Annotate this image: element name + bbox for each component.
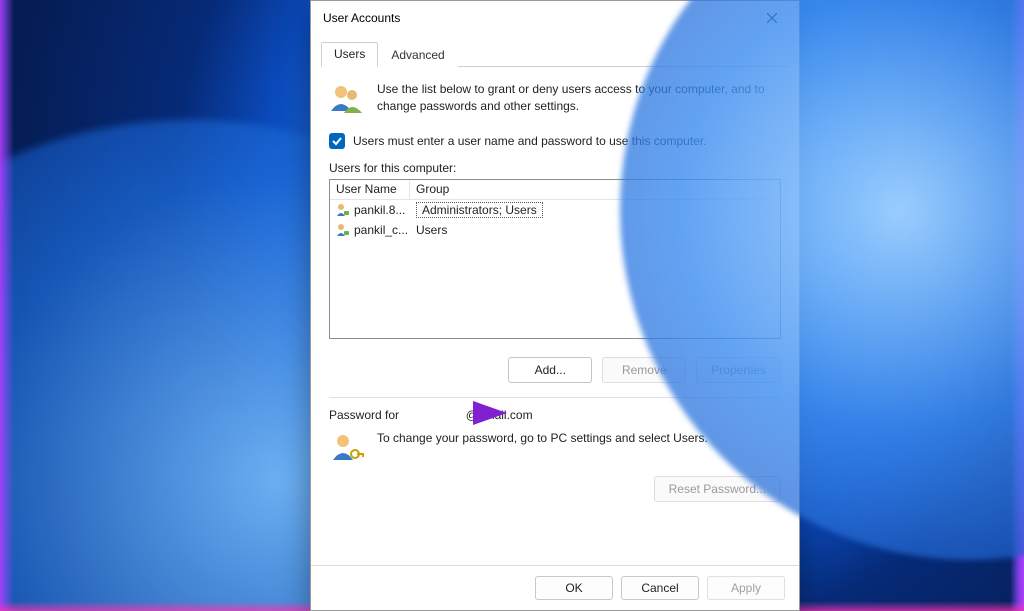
user-key-icon bbox=[329, 430, 365, 466]
intro-row: Use the list below to grant or deny user… bbox=[329, 81, 781, 117]
close-button[interactable] bbox=[749, 3, 795, 33]
properties-button[interactable]: Properties bbox=[696, 357, 781, 383]
cancel-button[interactable]: Cancel bbox=[621, 576, 699, 600]
user-buttons-row: Add... Remove Properties bbox=[329, 357, 781, 383]
titlebar[interactable]: User Accounts bbox=[311, 1, 799, 35]
intro-text: Use the list below to grant or deny user… bbox=[377, 81, 781, 117]
desktop-background: User Accounts Users Advanced bbox=[0, 0, 1024, 611]
password-for-label: Password for @gmail.com bbox=[329, 408, 781, 422]
tab-body-users: Use the list below to grant or deny user… bbox=[311, 67, 799, 565]
close-icon bbox=[767, 13, 777, 23]
password-help-text: To change your password, go to PC settin… bbox=[377, 430, 708, 466]
ok-button[interactable]: OK bbox=[535, 576, 613, 600]
tab-users[interactable]: Users bbox=[321, 42, 378, 67]
remove-button[interactable]: Remove bbox=[602, 357, 686, 383]
cell-group: Users bbox=[416, 223, 447, 237]
tabstrip: Users Advanced bbox=[311, 35, 799, 67]
password-for-account: @gmail.com bbox=[466, 408, 533, 422]
edge-glow bbox=[0, 0, 14, 611]
window-title: User Accounts bbox=[323, 11, 400, 25]
listview-header[interactable]: User Name Group bbox=[330, 180, 780, 200]
reset-password-button[interactable]: Reset Password... bbox=[654, 476, 781, 502]
cell-username: pankil_c... bbox=[354, 223, 408, 237]
col-group[interactable]: Group bbox=[410, 180, 780, 199]
apply-button[interactable]: Apply bbox=[707, 576, 785, 600]
password-for-prefix: Password for bbox=[329, 408, 399, 422]
col-username[interactable]: User Name bbox=[330, 180, 410, 199]
table-row[interactable]: pankil_c... Users bbox=[330, 220, 780, 240]
tab-advanced[interactable]: Advanced bbox=[378, 43, 457, 67]
require-login-checkbox[interactable] bbox=[329, 133, 345, 149]
dialog-footer: OK Cancel Apply bbox=[311, 565, 799, 610]
user-accounts-dialog: User Accounts Users Advanced bbox=[310, 0, 800, 611]
check-icon bbox=[332, 136, 342, 146]
password-section: Password for @gmail.com bbox=[329, 408, 781, 502]
cell-username: pankil.8... bbox=[354, 203, 405, 217]
users-icon bbox=[329, 81, 365, 117]
user-icon bbox=[336, 203, 350, 217]
cell-group: Administrators; Users bbox=[416, 202, 543, 218]
users-list-label: Users for this computer: bbox=[329, 161, 781, 175]
add-button[interactable]: Add... bbox=[508, 357, 592, 383]
users-listview[interactable]: User Name Group pankil.8... bbox=[329, 179, 781, 339]
table-row[interactable]: pankil.8... Administrators; Users bbox=[330, 200, 780, 220]
separator bbox=[329, 397, 781, 398]
require-login-label: Users must enter a user name and passwor… bbox=[353, 134, 707, 148]
require-login-row[interactable]: Users must enter a user name and passwor… bbox=[329, 133, 781, 149]
edge-glow bbox=[1010, 0, 1024, 611]
user-icon bbox=[336, 223, 350, 237]
